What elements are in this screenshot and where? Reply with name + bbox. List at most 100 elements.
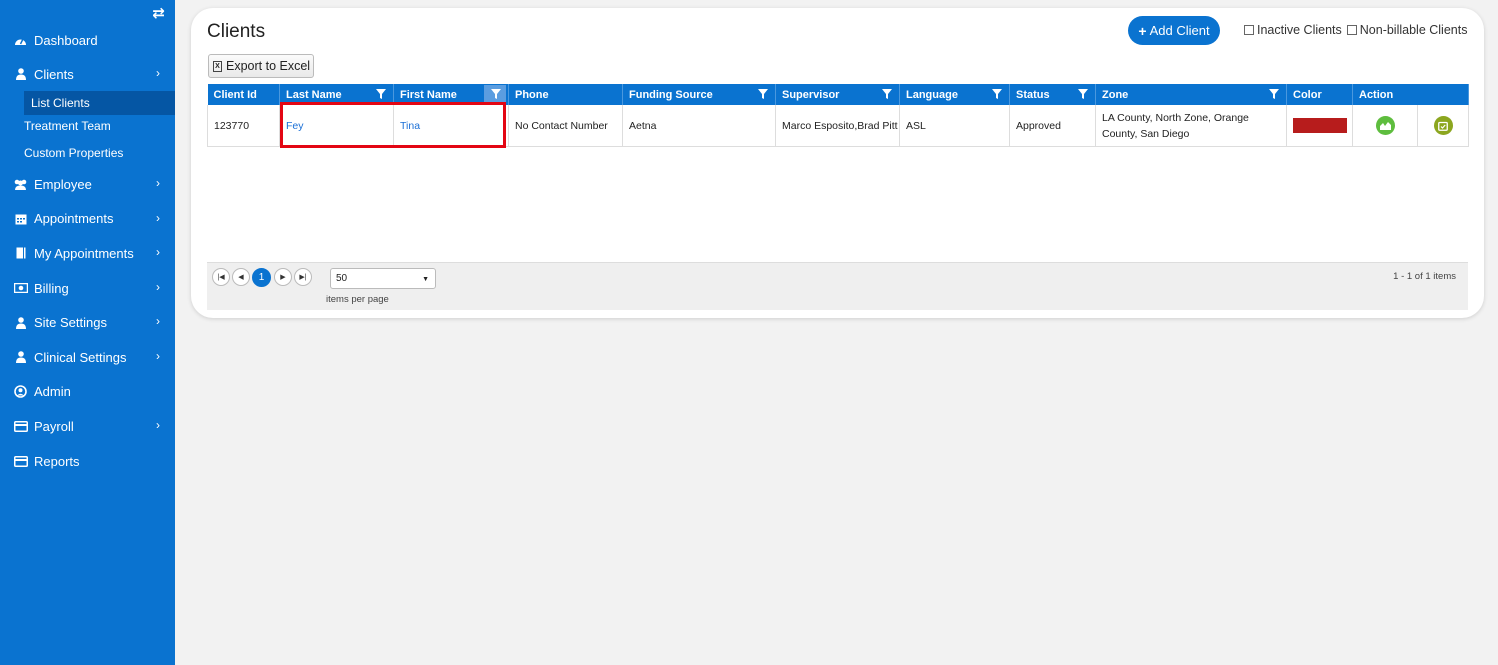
col-header-supervisor[interactable]: Supervisor bbox=[775, 84, 900, 105]
nonbillable-clients-label: Non-billable Clients bbox=[1359, 23, 1468, 37]
clients-panel: Clients + Add Client Inactive Clients No… bbox=[191, 8, 1484, 318]
pager-info: 1 - 1 of 1 items bbox=[1393, 271, 1456, 282]
sidebar-item-reports[interactable]: Reports bbox=[0, 444, 175, 479]
sidebar-item-label: Site Settings bbox=[34, 315, 107, 331]
add-client-label: Add Client bbox=[1149, 23, 1210, 38]
checkbox-box[interactable] bbox=[1346, 25, 1357, 35]
color-swatch bbox=[1293, 118, 1347, 133]
add-client-button[interactable]: + Add Client bbox=[1128, 16, 1220, 45]
sidebar-nav: Dashboard Clients › List Clients Treatme… bbox=[0, 23, 175, 478]
dashboard-icon bbox=[13, 34, 28, 47]
cell-status: Approved bbox=[1009, 105, 1096, 147]
sidebar-item-my-appointments[interactable]: My Appointments › bbox=[0, 236, 175, 271]
users-icon bbox=[13, 178, 28, 191]
export-excel-button[interactable]: X Export to Excel bbox=[208, 54, 314, 78]
chevron-right-icon: › bbox=[156, 348, 160, 363]
sidebar-item-label: Billing bbox=[34, 280, 69, 296]
cell-last-name-link[interactable]: Fey bbox=[279, 105, 394, 147]
chevron-right-icon: › bbox=[156, 279, 160, 294]
chevron-right-icon: › bbox=[156, 210, 160, 225]
filter-icon[interactable] bbox=[992, 89, 1002, 99]
user-icon bbox=[13, 351, 28, 364]
per-page-select[interactable]: 50 ▼ bbox=[330, 268, 436, 289]
sidebar-item-label: Clients bbox=[34, 66, 74, 82]
sidebar-item-appointments[interactable]: Appointments › bbox=[0, 202, 175, 237]
sidebar-item-payroll[interactable]: Payroll › bbox=[0, 409, 175, 444]
user-icon bbox=[13, 68, 28, 81]
col-header-funding-source[interactable]: Funding Source bbox=[622, 84, 776, 105]
calendar-check-action-icon[interactable] bbox=[1433, 116, 1453, 135]
cell-actions bbox=[1352, 105, 1469, 147]
page-number-button[interactable]: 1 bbox=[252, 268, 271, 287]
inactive-clients-checkbox[interactable]: Inactive Clients bbox=[1244, 23, 1342, 37]
table-row[interactable]: 123770 Fey Tina No Contact Number Aetna … bbox=[207, 105, 1469, 147]
sidebar-item-label: Appointments bbox=[34, 211, 114, 227]
excel-icon: X bbox=[213, 60, 222, 72]
col-header-color[interactable]: Color bbox=[1286, 84, 1353, 105]
col-header-last-name[interactable]: Last Name bbox=[279, 84, 394, 105]
sidebar-item-label: My Appointments bbox=[34, 245, 134, 261]
grid-pager: |◀ ◀ 1 ▶ ▶| 50 ▼ items per page 1 - 1 of… bbox=[207, 262, 1468, 310]
filter-icon[interactable] bbox=[491, 89, 501, 99]
calendar-icon bbox=[13, 212, 28, 225]
col-header-client-id[interactable]: Client Id bbox=[207, 84, 280, 105]
cell-zone: LA County, North Zone, Orange County, Sa… bbox=[1095, 105, 1287, 147]
sidebar-item-label: Admin bbox=[34, 384, 71, 400]
cell-language: ASL bbox=[899, 105, 1010, 147]
chevron-right-icon: › bbox=[156, 245, 160, 260]
filter-icon[interactable] bbox=[1269, 89, 1279, 99]
sidebar-item-site-settings[interactable]: Site Settings › bbox=[0, 305, 175, 340]
chevron-right-icon: › bbox=[156, 176, 160, 190]
sidebar-subitem-list-clients[interactable]: List Clients bbox=[24, 91, 175, 115]
filter-icon[interactable] bbox=[882, 89, 892, 99]
last-page-icon[interactable]: ▶| bbox=[294, 268, 312, 286]
page-title: Clients bbox=[207, 21, 266, 42]
col-header-first-name[interactable]: First Name bbox=[393, 84, 509, 105]
sidebar-item-clinical-settings[interactable]: Clinical Settings › bbox=[0, 340, 175, 375]
sidebar-item-admin[interactable]: Admin bbox=[0, 375, 175, 410]
cell-client-id: 123770 bbox=[207, 105, 280, 147]
nonbillable-clients-checkbox[interactable]: Non-billable Clients bbox=[1346, 23, 1468, 37]
filter-icon[interactable] bbox=[376, 89, 386, 99]
card-icon bbox=[13, 455, 28, 468]
col-header-zone[interactable]: Zone bbox=[1095, 84, 1287, 105]
chevron-right-icon: › bbox=[156, 66, 160, 80]
sidebar-toggle-icon[interactable]: ⇄ bbox=[152, 4, 165, 22]
sidebar-item-billing[interactable]: Billing › bbox=[0, 271, 175, 306]
sidebar-item-label: Reports bbox=[34, 453, 80, 469]
cell-first-name-link[interactable]: Tina bbox=[393, 105, 509, 147]
filter-checkboxes: Inactive Clients Non-billable Clients bbox=[1244, 23, 1467, 37]
sidebar-subitem-treatment-team[interactable]: Treatment Team bbox=[0, 115, 175, 139]
next-page-icon[interactable]: ▶ bbox=[274, 268, 292, 286]
filter-icon[interactable] bbox=[758, 89, 768, 99]
filter-icon[interactable] bbox=[1078, 89, 1088, 99]
clients-grid: Client Id Last Name First Name Phone Fun… bbox=[207, 84, 1469, 147]
col-header-action: Action bbox=[1352, 84, 1469, 105]
sidebar-subitem-custom-properties[interactable]: Custom Properties bbox=[0, 138, 175, 167]
chart-action-icon[interactable] bbox=[1375, 116, 1395, 135]
book-icon bbox=[13, 247, 28, 260]
prev-page-icon[interactable]: ◀ bbox=[232, 268, 250, 286]
sidebar-item-employee[interactable]: Employee › bbox=[0, 167, 175, 202]
per-page-label: items per page bbox=[326, 294, 389, 305]
sidebar-item-label: Payroll bbox=[34, 418, 74, 434]
money-icon bbox=[13, 282, 28, 295]
col-header-language[interactable]: Language bbox=[899, 84, 1010, 105]
checkbox-box[interactable] bbox=[1244, 25, 1254, 35]
export-label: Export to Excel bbox=[226, 59, 311, 73]
cell-color bbox=[1286, 105, 1353, 147]
chevron-right-icon: › bbox=[156, 314, 160, 329]
col-header-phone[interactable]: Phone bbox=[508, 84, 623, 105]
sidebar-item-clients[interactable]: Clients › bbox=[0, 57, 175, 91]
user-circle-icon bbox=[13, 385, 28, 399]
cell-supervisor: Marco Esposito,Brad Pitt bbox=[775, 105, 900, 147]
sidebar: ⇄ Dashboard Clients › List Clients Treat… bbox=[0, 0, 175, 665]
sidebar-item-label: Employee bbox=[34, 176, 92, 192]
sidebar-item-label: Clinical Settings bbox=[34, 349, 127, 365]
col-header-status[interactable]: Status bbox=[1009, 84, 1096, 105]
sidebar-item-dashboard[interactable]: Dashboard bbox=[0, 23, 175, 57]
chevron-down-icon: ▼ bbox=[422, 276, 429, 283]
first-page-icon[interactable]: |◀ bbox=[212, 268, 230, 286]
per-page-value: 50 bbox=[336, 273, 348, 284]
chevron-right-icon: › bbox=[156, 418, 160, 433]
